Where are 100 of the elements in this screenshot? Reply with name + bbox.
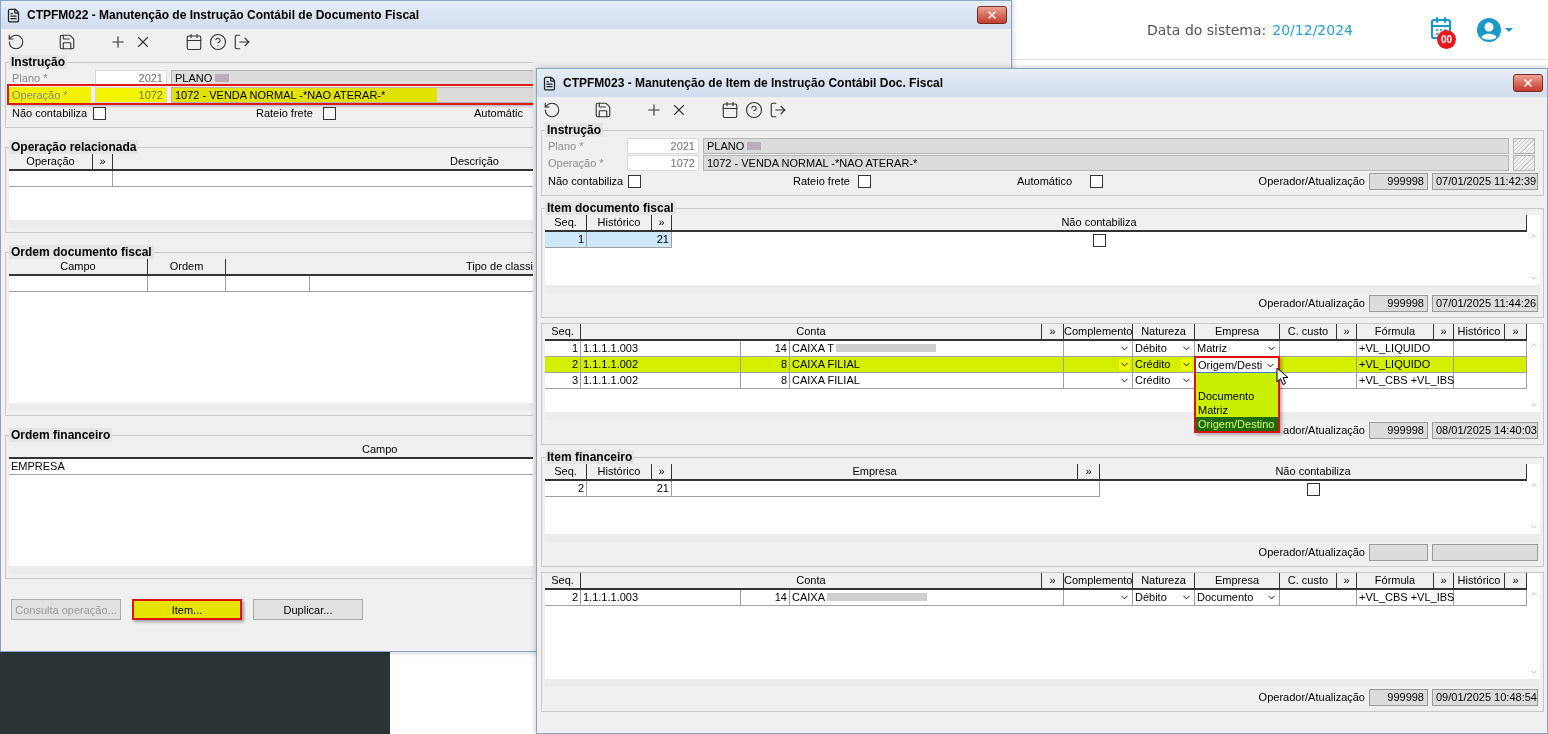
column-header: Fórmula bbox=[1357, 324, 1434, 341]
section-legend: Operação relacionada bbox=[9, 140, 139, 154]
empresa-select[interactable]: Origem/Desti bbox=[1196, 358, 1278, 373]
complemento-select[interactable] bbox=[1064, 341, 1133, 357]
column-header: Complemento bbox=[1064, 573, 1133, 590]
natureza-select[interactable]: Débito bbox=[1133, 590, 1195, 606]
description-field: PLANO bbox=[171, 69, 533, 86]
column-header: » bbox=[1505, 573, 1527, 590]
save-icon[interactable] bbox=[594, 101, 612, 119]
column-header: » bbox=[1505, 324, 1527, 341]
calendar-icon[interactable] bbox=[185, 33, 203, 51]
column-header: » bbox=[1337, 573, 1357, 590]
table-cell: 21 bbox=[587, 232, 672, 248]
help-icon[interactable] bbox=[209, 33, 227, 51]
column-header: Conta bbox=[581, 324, 1042, 341]
column-header: » bbox=[93, 154, 113, 171]
column-header: Histórico bbox=[587, 464, 652, 481]
column-header: Seq. bbox=[545, 324, 581, 341]
section-legend: Item documento fiscal bbox=[545, 201, 676, 215]
plus-icon[interactable] bbox=[109, 33, 127, 51]
column-header: Fórmula bbox=[1357, 573, 1434, 590]
close-icon bbox=[1522, 77, 1534, 89]
checkbox[interactable] bbox=[858, 174, 871, 188]
dropdown-option[interactable]: Documento bbox=[1196, 389, 1278, 403]
section-legend: Ordem financeiro bbox=[9, 428, 113, 442]
column-header: Empresa bbox=[1195, 324, 1280, 341]
close-button[interactable] bbox=[977, 6, 1007, 24]
table-cell: CAIXA FILIAL bbox=[790, 357, 1064, 373]
help-icon[interactable] bbox=[745, 101, 763, 119]
column-header: » bbox=[1078, 464, 1100, 481]
action-button[interactable]: Item... bbox=[132, 599, 242, 620]
empresa-select[interactable]: Matriz bbox=[1195, 341, 1280, 357]
save-icon[interactable] bbox=[58, 33, 76, 51]
column-header: Natureza bbox=[1133, 573, 1195, 590]
column-header: » bbox=[1434, 324, 1454, 341]
operator-field: 999998 bbox=[1369, 172, 1428, 190]
column-header: Histórico bbox=[1454, 324, 1505, 341]
table-cell: 14 bbox=[741, 341, 790, 357]
calendar-icon[interactable] bbox=[721, 101, 739, 119]
timestamp-field: 07/01/2025 11:42:39 bbox=[1432, 172, 1538, 190]
checkbox[interactable] bbox=[1307, 483, 1320, 496]
caret-icon[interactable] bbox=[1504, 26, 1514, 33]
checkbox[interactable] bbox=[1093, 234, 1106, 247]
natureza-select[interactable]: Crédito bbox=[1133, 357, 1195, 373]
code-field[interactable]: 2021 bbox=[627, 137, 699, 154]
close-icon bbox=[986, 9, 998, 21]
table-cell[interactable]: 1 bbox=[545, 341, 581, 357]
column-header: Campo bbox=[9, 259, 148, 276]
column-header: Não contabiliza bbox=[672, 215, 1527, 232]
operator-field: 999998 bbox=[1369, 294, 1428, 312]
natureza-select[interactable]: Crédito bbox=[1133, 373, 1195, 389]
table-cell: CAIXA T bbox=[790, 341, 1064, 357]
column-header: » bbox=[1434, 573, 1454, 590]
undo-icon[interactable] bbox=[543, 101, 561, 119]
plus-icon[interactable] bbox=[645, 101, 663, 119]
table-cell: +VL_LIQUIDO bbox=[1357, 357, 1454, 373]
dropdown-option[interactable]: Origem/Destino bbox=[1196, 417, 1278, 431]
column-header: Não contabiliza bbox=[1100, 464, 1527, 481]
table-cell: 1.1.1.1.003 bbox=[581, 590, 741, 606]
logout-icon[interactable] bbox=[233, 33, 251, 51]
date-label: Data do sistema: bbox=[1147, 21, 1267, 38]
column-header: Descrição bbox=[113, 154, 533, 171]
checkbox[interactable] bbox=[1090, 174, 1103, 188]
table-cell: 21 bbox=[587, 481, 672, 497]
avatar-icon[interactable] bbox=[1477, 17, 1501, 42]
code-field[interactable]: 1072 bbox=[627, 154, 699, 171]
table-cell: 8 bbox=[741, 373, 790, 389]
checkbox-label: Automático bbox=[1016, 174, 1074, 189]
checkbox[interactable] bbox=[93, 106, 106, 120]
field-label: Operador/Atualização bbox=[1257, 690, 1365, 705]
table-cell: +VL_LIQUIDO bbox=[1357, 341, 1454, 357]
field-label: Operador/Atualização bbox=[1257, 174, 1365, 189]
column-header: Natureza bbox=[1133, 324, 1195, 341]
logout-icon[interactable] bbox=[769, 101, 787, 119]
table-cell: +VL_CBS +VL_IBS bbox=[1357, 373, 1454, 389]
complemento-select[interactable] bbox=[1064, 373, 1133, 389]
column-header: C. custo bbox=[1280, 573, 1337, 590]
table-cell[interactable]: 2 bbox=[545, 590, 581, 606]
checkbox[interactable] bbox=[323, 106, 336, 120]
natureza-select[interactable]: Débito bbox=[1133, 341, 1195, 357]
empresa-select[interactable]: Documento bbox=[1195, 590, 1280, 606]
column-header: » bbox=[652, 215, 672, 232]
column-header: Histórico bbox=[587, 215, 652, 232]
code-field[interactable]: 1072 bbox=[95, 86, 167, 103]
operator-field: 999998 bbox=[1369, 421, 1428, 439]
dropdown-option[interactable]: Matriz bbox=[1196, 403, 1278, 417]
code-field[interactable]: 2021 bbox=[95, 69, 167, 86]
action-button[interactable]: Duplicar... bbox=[253, 599, 363, 620]
document-icon bbox=[6, 7, 21, 23]
undo-icon[interactable] bbox=[7, 33, 25, 51]
table-cell: CAIXA FILIAL bbox=[790, 373, 1064, 389]
column-header: Complemento bbox=[1064, 324, 1133, 341]
window-title: CTPFM022 - Manutenção de Instrução Contábil de Documento Fiscal bbox=[27, 8, 421, 22]
close-button[interactable] bbox=[1513, 74, 1543, 92]
table-cell[interactable]: 3 bbox=[545, 373, 581, 389]
column-header: C. custo bbox=[1280, 324, 1337, 341]
checkbox[interactable] bbox=[628, 174, 641, 188]
complemento-select[interactable] bbox=[1064, 590, 1133, 606]
window-title: CTPFM023 - Manutenção de Item de Instrução Contábil Doc. Fiscal bbox=[563, 76, 945, 90]
table-cell[interactable]: 2 bbox=[545, 357, 581, 373]
